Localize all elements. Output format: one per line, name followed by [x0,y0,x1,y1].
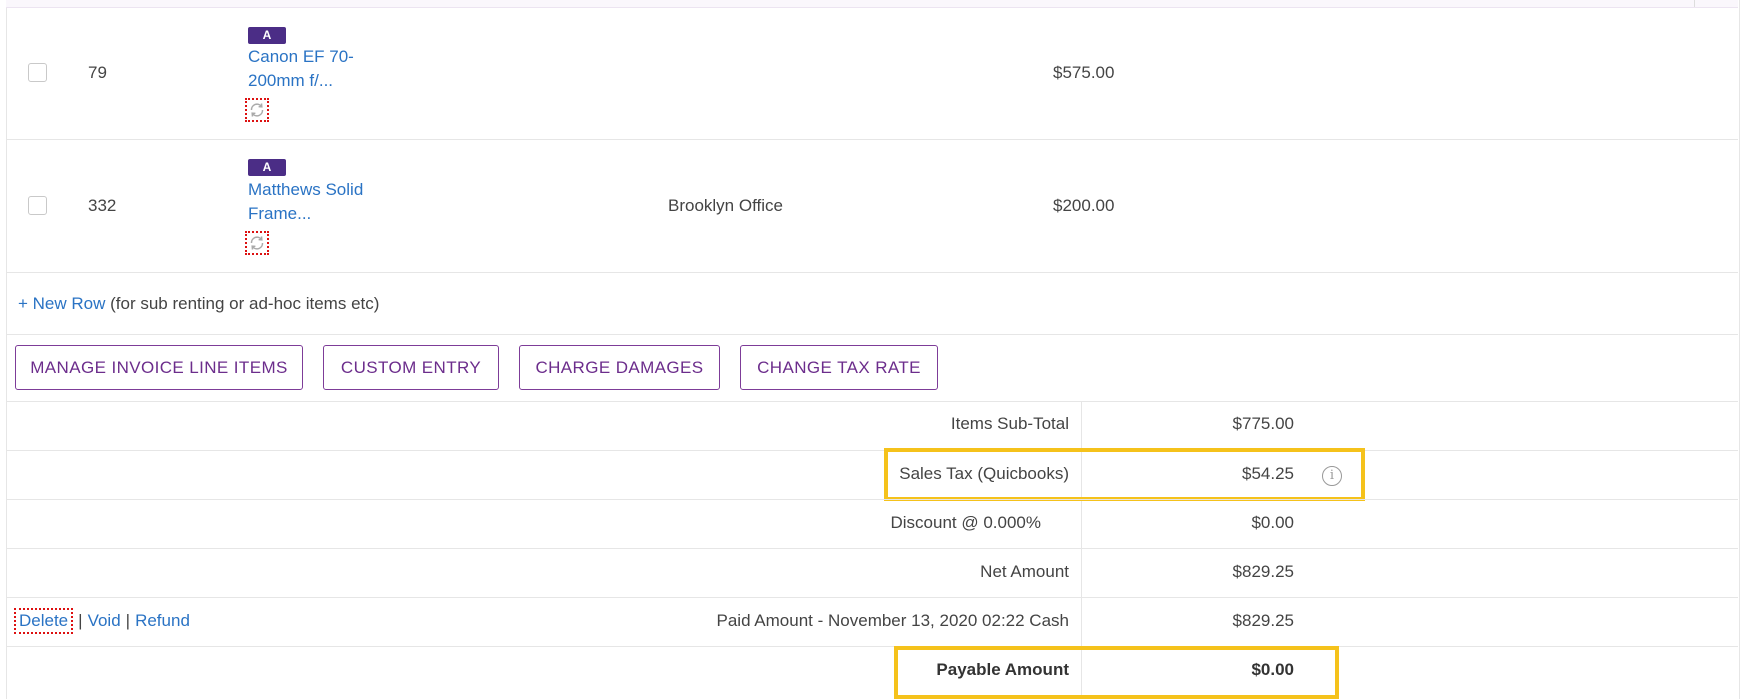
void-link[interactable]: Void [88,611,121,630]
row-divider [6,548,1738,549]
charge-damages-button[interactable]: CHARGE DAMAGES [519,345,720,390]
row-divider [6,499,1738,500]
refresh-icon[interactable] [245,98,269,122]
payment-actions: Delete | Void | Refund [14,608,190,634]
refund-link[interactable]: Refund [135,611,190,630]
sales-tax-highlight [884,448,1365,501]
row-divider [6,272,1738,273]
refresh-icon[interactable] [245,231,269,255]
row-qty: 79 [88,63,107,82]
row-divider [6,646,1738,647]
payable-amount-highlight [894,646,1339,699]
row-checkbox[interactable] [28,63,47,82]
row-price: $200.00 [1053,196,1115,215]
discount-value: $0.00 [1251,513,1294,532]
row-checkbox[interactable] [28,196,47,215]
new-row-link[interactable]: + New Row [18,294,105,313]
row-divider [6,139,1738,140]
row-location: Brooklyn Office [668,196,783,215]
new-row-hint: (for sub renting or ad-hoc items etc) [110,294,380,313]
availability-badge: A [248,159,286,176]
item-name-link[interactable]: Matthews Solid Frame... [248,178,388,226]
row-divider [6,401,1738,402]
row-qty: 332 [88,196,117,215]
delete-link[interactable]: Delete [19,611,68,630]
subtotal-value: $775.00 [1232,414,1294,433]
header-row-bottom [6,0,1738,8]
action-separator: | [125,611,131,630]
row-divider [6,597,1738,598]
manage-invoice-line-items-button[interactable]: MANAGE INVOICE LINE ITEMS [15,345,303,390]
row-divider [6,450,1738,451]
delete-link-focus: Delete [14,608,74,634]
change-tax-rate-button[interactable]: CHANGE TAX RATE [740,345,938,390]
net-amount-label: Net Amount [980,562,1069,581]
row-price: $575.00 [1053,63,1115,82]
availability-badge: A [248,27,286,44]
net-amount-value: $829.25 [1232,562,1294,581]
action-separator: | [78,611,83,630]
column-divider [1694,0,1695,7]
subtotal-label: Items Sub-Total [950,414,1069,433]
paid-amount-value: $829.25 [1232,611,1294,630]
paid-amount-label: Paid Amount - November 13, 2020 02:22 Ca… [716,611,1070,630]
custom-entry-button[interactable]: CUSTOM ENTRY [323,345,499,390]
discount-label: Discount @ 0.000% [890,513,1041,532]
row-divider [6,334,1738,335]
item-name-link[interactable]: Canon EF 70-200mm f/... [248,45,388,93]
new-row-line: + New Row (for sub renting or ad-hoc ite… [18,294,379,314]
